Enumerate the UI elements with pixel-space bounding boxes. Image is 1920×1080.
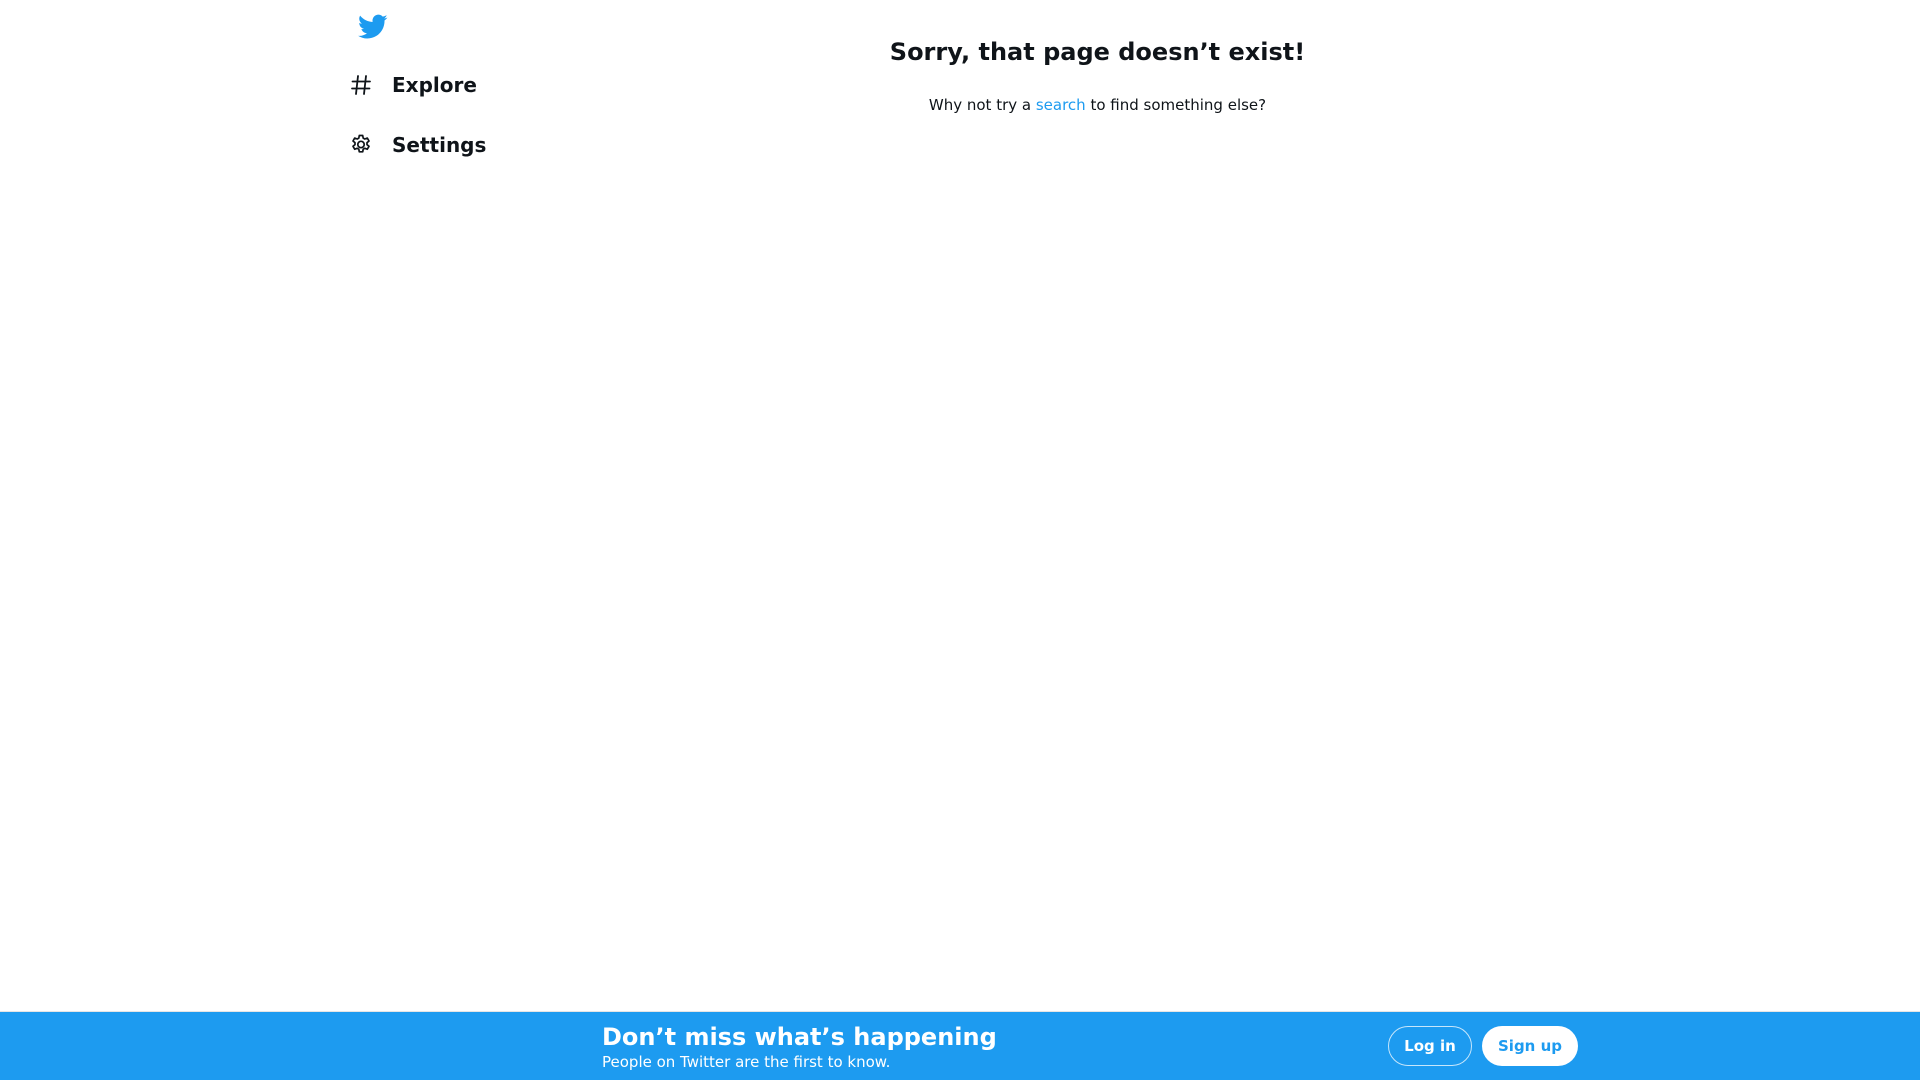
- message-text-before: Why not try a: [928, 96, 1036, 114]
- twitter-logo[interactable]: [348, 10, 398, 44]
- gear-icon: [344, 128, 378, 162]
- banner-title: Don’t miss what’s happening: [602, 1023, 997, 1051]
- login-button[interactable]: Log in: [1388, 1026, 1472, 1066]
- banner-subtitle: People on Twitter are the first to know.: [602, 1053, 891, 1071]
- sidebar-item-explore[interactable]: Explore: [344, 60, 489, 110]
- signup-banner: Don’t miss what’s happening People on Tw…: [0, 1011, 1920, 1080]
- error-message: Why not try a search to find something e…: [820, 96, 1375, 114]
- page: Explore Settings Sorry, that page doesn’…: [0, 0, 1920, 1080]
- sidebar-item-settings[interactable]: Settings: [344, 120, 498, 170]
- main-content: Sorry, that page doesn’t exist! Why not …: [820, 0, 1375, 114]
- sidebar-item-label: Settings: [392, 133, 487, 157]
- signup-button[interactable]: Sign up: [1482, 1026, 1578, 1066]
- search-link[interactable]: search: [1036, 96, 1086, 114]
- banner-text: Don’t miss what’s happening People on Tw…: [602, 1022, 997, 1072]
- message-text-after: to find something else?: [1085, 96, 1267, 114]
- hashtag-icon: [344, 68, 378, 102]
- sidebar-item-label: Explore: [392, 73, 477, 97]
- twitter-bird-icon: [358, 14, 388, 39]
- page-title: Sorry, that page doesn’t exist!: [889, 38, 1306, 66]
